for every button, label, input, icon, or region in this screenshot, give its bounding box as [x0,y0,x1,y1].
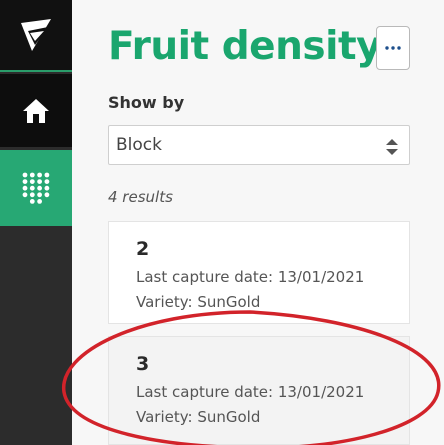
result-card[interactable]: 2 Last capture date: 13/01/2021 Variety:… [108,221,410,324]
more-options-button[interactable] [376,26,410,70]
show-by-label: Show by [108,93,185,112]
density-dot [29,179,35,184]
density-dot [44,192,50,198]
page-title: Fruit density [108,24,382,69]
sidebar-item-fruit-density[interactable] [0,150,72,226]
density-dot [29,172,35,178]
density-dot [22,185,28,191]
results-count: 4 results [108,188,173,206]
density-dot [29,192,35,198]
logo[interactable] [0,0,72,72]
last-capture-date: Last capture date: 13/01/2021 [136,268,365,286]
density-dot [29,199,35,204]
brand-logo-icon [21,19,51,51]
block-id: 3 [136,353,150,375]
show-by-selected-value: Block [116,135,162,155]
fruit-density-grid-icon [22,172,50,204]
density-dot [37,179,42,184]
home-icon [23,98,49,123]
density-dot [22,192,28,198]
sidebar-item-home[interactable] [0,74,72,147]
variety: Variety: SunGold [136,293,261,311]
density-dot [37,192,42,198]
sidebar [0,0,72,445]
density-dot [44,185,50,191]
last-capture-date: Last capture date: 13/01/2021 [136,383,365,401]
variety: Variety: SunGold [136,408,261,426]
density-dot [29,185,35,191]
density-dot [22,172,28,178]
main-panel: Fruit density Show by Block 4 results 2 … [72,0,444,445]
density-dot [37,172,42,178]
density-dot [22,179,28,184]
density-dot [44,179,50,184]
result-card[interactable]: 3 Last capture date: 13/01/2021 Variety:… [108,336,410,445]
block-id: 2 [136,238,150,260]
density-dot [37,185,42,191]
ellipsis-icon [385,46,401,50]
density-dot [44,172,50,178]
sort-arrows-icon [386,139,398,155]
density-dot [37,199,42,204]
show-by-select[interactable]: Block [108,125,410,165]
